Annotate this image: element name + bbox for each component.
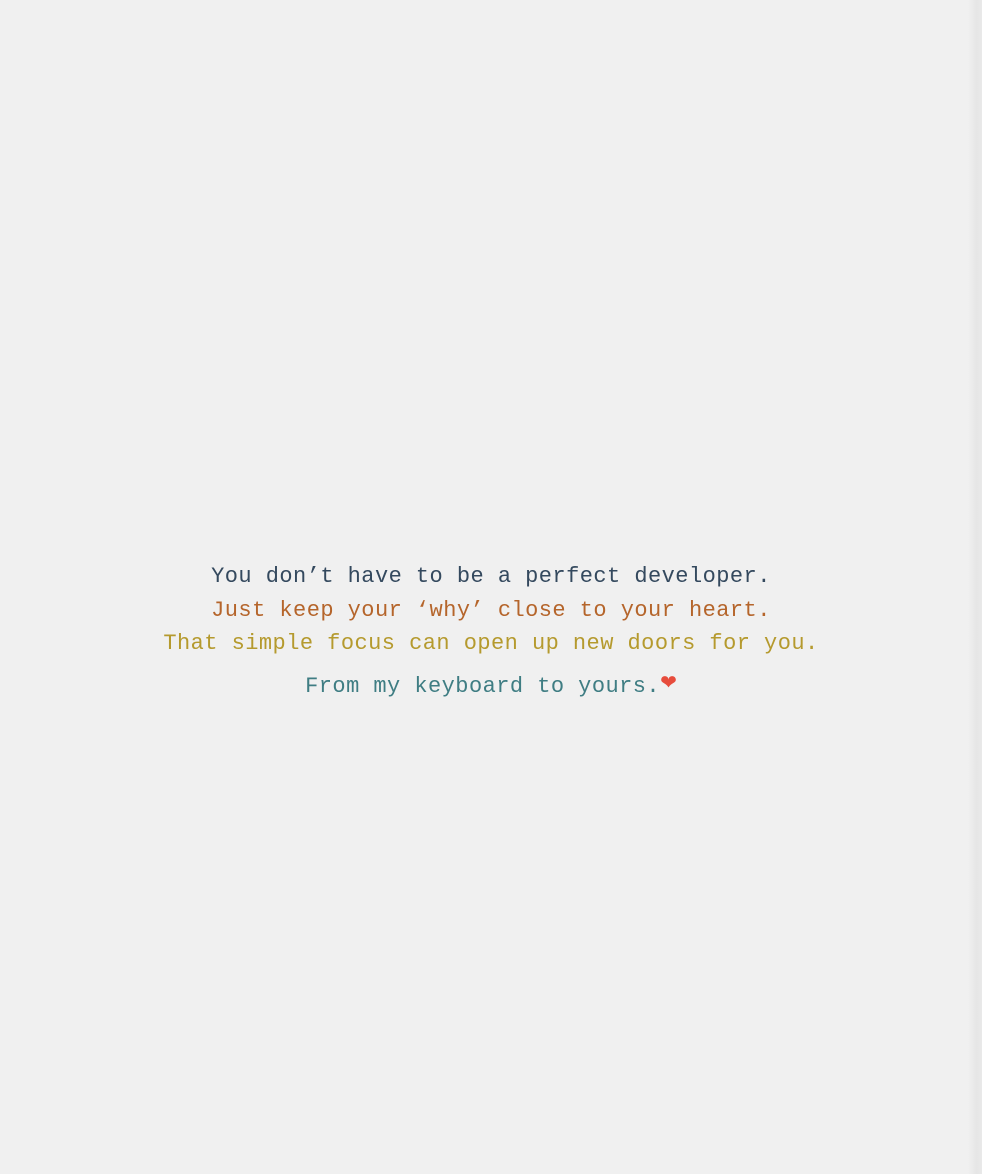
heart-icon: ❤ xyxy=(660,669,677,694)
message-line-2: Just keep your ‘why’ close to your heart… xyxy=(211,597,771,623)
scrollbar-track[interactable] xyxy=(968,0,982,1174)
message-line-1: You don’t have to be a perfect developer… xyxy=(211,564,771,589)
page: You don’t have to be a perfect developer… xyxy=(0,0,982,1174)
message-block: You don’t have to be a perfect developer… xyxy=(0,558,982,705)
signature: From my keyboard to yours.❤ xyxy=(0,667,982,705)
message-line-3: That simple focus can open up new doors … xyxy=(163,631,819,656)
signature-text: From my keyboard to yours. xyxy=(305,673,661,699)
